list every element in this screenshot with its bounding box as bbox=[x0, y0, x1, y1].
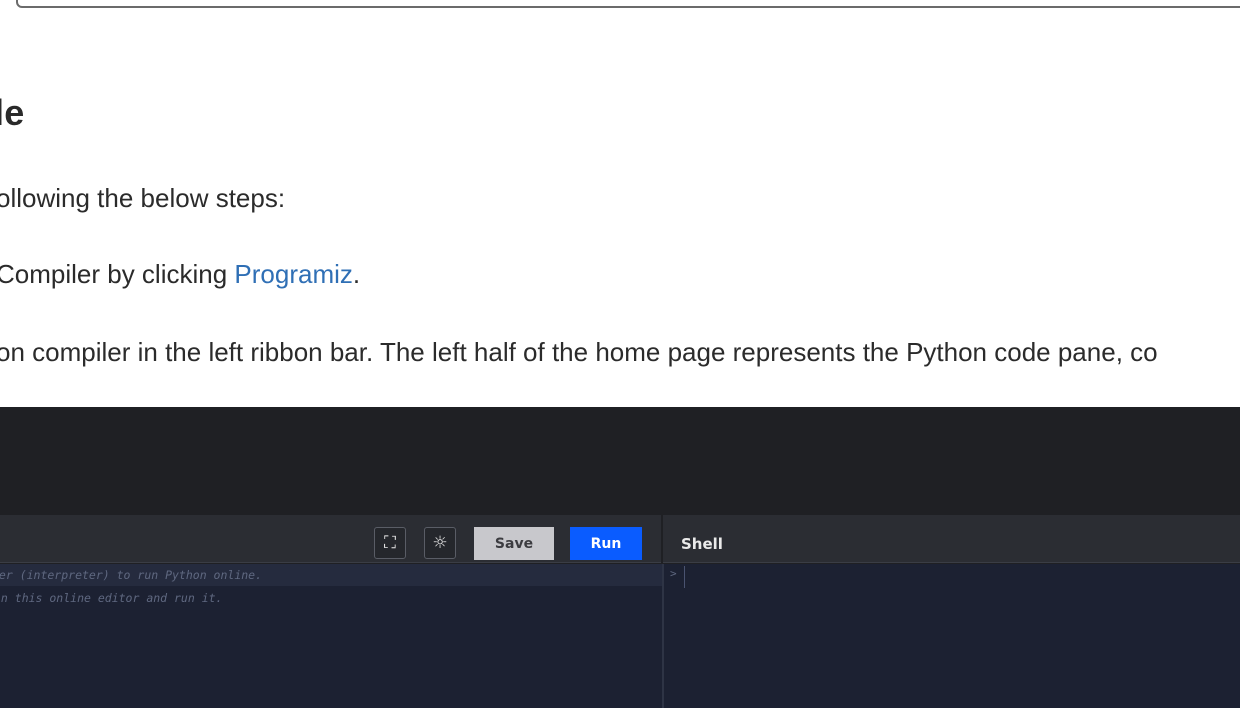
step-paragraph-1: Compiler by clicking Programiz. bbox=[0, 259, 360, 290]
step-text: Compiler by clicking bbox=[0, 259, 235, 289]
code-line: ler (interpreter) to run Python online. bbox=[0, 568, 263, 582]
compiler-toolbar: ⛶ ☼ Save Run Shell bbox=[0, 515, 1240, 563]
step-paragraph-2: on compiler in the left ribbon bar. The … bbox=[0, 337, 1158, 367]
code-line: in this online editor and run it. bbox=[0, 591, 223, 605]
shell-tab-label: Shell bbox=[681, 535, 723, 553]
shell-prompt: > bbox=[670, 567, 677, 580]
shell-output-pane[interactable]: > bbox=[664, 564, 1240, 708]
fullscreen-icon[interactable]: ⛶ bbox=[374, 527, 406, 559]
compiler-screenshot: ⛶ ☼ Save Run Shell ler (interpreter) to … bbox=[0, 407, 1240, 708]
toolbar-divider bbox=[661, 515, 663, 563]
code-editor-pane[interactable]: ler (interpreter) to run Python online. … bbox=[0, 564, 662, 708]
sun-icon[interactable]: ☼ bbox=[424, 527, 456, 559]
article-content: le ollowing the below steps: Compiler by… bbox=[0, 0, 1240, 408]
step-punct: . bbox=[352, 259, 361, 289]
intro-paragraph: ollowing the below steps: bbox=[0, 183, 286, 213]
section-heading: le bbox=[0, 92, 25, 133]
save-button[interactable]: Save bbox=[474, 527, 554, 560]
shell-cursor bbox=[684, 566, 685, 588]
run-button[interactable]: Run bbox=[570, 527, 642, 560]
programiz-link[interactable]: Programiz bbox=[234, 259, 352, 289]
